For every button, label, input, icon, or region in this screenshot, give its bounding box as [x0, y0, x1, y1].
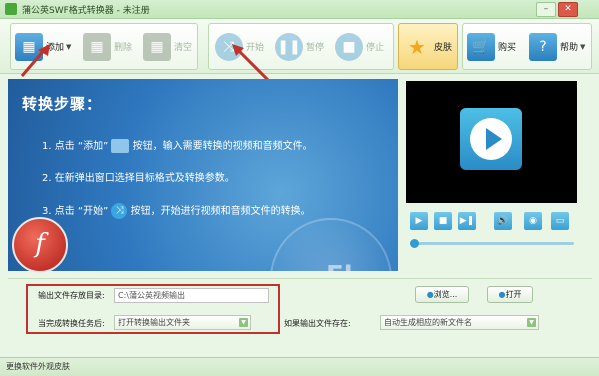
pause-label: 暂停 — [306, 43, 325, 53]
help-label: 帮助 — [560, 43, 579, 53]
title-bar: 蒲公英SWF格式转换器 - 未注册 – ✕ — [0, 0, 599, 19]
app-icon — [5, 3, 17, 15]
next-frame-icon[interactable]: ▶❚ — [458, 212, 476, 230]
status-text: 更换软件外观皮肤 — [6, 362, 70, 371]
chevron-down-icon: ▼ — [527, 318, 536, 327]
open-button[interactable]: ●打开 — [487, 286, 533, 303]
open-label: 打开 — [505, 290, 522, 299]
close-button[interactable]: ✕ — [558, 2, 578, 17]
step-1-text-b: 按钮，输入需要转换的视频和音频文件。 — [132, 141, 313, 152]
flash-watermark: Fl — [326, 261, 353, 271]
buy-button[interactable]: 🛒 购买 — [467, 24, 516, 69]
step-2: 2. 在新弹出窗口选择目标格式及转换参数。 — [42, 173, 235, 184]
annotation-arrow-add — [20, 44, 50, 77]
if-exists-value: 自动生成相应的新文件名 — [384, 318, 472, 327]
stop-label: 停止 — [366, 43, 385, 53]
after-done-select[interactable]: 打开转换输出文件夹 ▼ — [114, 315, 251, 330]
volume-icon[interactable]: 🔊 — [494, 212, 512, 230]
help-button[interactable]: ? 帮助 ▼ — [529, 24, 585, 69]
star-icon: ★ — [408, 34, 426, 59]
seek-slider[interactable] — [410, 239, 574, 248]
window-title: 蒲公英SWF格式转换器 - 未注册 — [22, 6, 150, 16]
stop-button[interactable]: ■ 停止 — [335, 24, 384, 69]
output-dir-field[interactable]: C:\蒲公英视频输出 — [114, 288, 269, 303]
output-dir-label: 输出文件存放目录: — [38, 291, 105, 300]
snapshot-icon[interactable]: ◉ — [524, 212, 542, 230]
minimize-button[interactable]: – — [536, 2, 556, 17]
if-exists-select[interactable]: 自动生成相应的新文件名 ▼ — [380, 315, 539, 330]
play-large-icon[interactable] — [460, 108, 522, 170]
chevron-down-icon: ▼ — [239, 318, 248, 327]
help-toolbar-group: 🛒 购买 ? 帮助 ▼ — [462, 23, 592, 70]
browse-button[interactable]: ●浏览... — [415, 286, 469, 303]
video-preview — [406, 81, 577, 203]
delete-button[interactable]: ▦ 删除 — [83, 24, 132, 69]
help-icon: ? — [529, 32, 557, 61]
cart-icon: 🛒 — [467, 32, 495, 61]
step-3-text-b: 按钮，开始进行视频和音频文件的转换。 — [130, 206, 311, 217]
stop-icon[interactable]: ■ — [434, 212, 452, 230]
shuffle-icon: ⤨ — [111, 203, 128, 219]
app-window: 蒲公英SWF格式转换器 - 未注册 – ✕ ▦ 添加 ▼ ▦ 删除 ▦ 清空 ⤨… — [0, 0, 599, 376]
play-icon[interactable]: ▶ — [410, 212, 428, 230]
clear-film-icon: ▦ — [143, 32, 171, 61]
folder-icon: ● — [426, 290, 434, 299]
after-done-label: 当完成转换任务后: — [38, 319, 105, 328]
skin-label: 皮肤 — [434, 43, 453, 53]
after-done-value: 打开转换输出文件夹 — [118, 318, 190, 327]
chevron-down-icon[interactable]: ▼ — [580, 43, 585, 51]
delete-label: 删除 — [114, 43, 133, 53]
stop-icon: ■ — [335, 32, 363, 61]
steps-heading: 转换步骤： — [22, 95, 103, 113]
clear-label: 清空 — [174, 43, 193, 53]
status-bar: 更换软件外观皮肤 — [0, 357, 599, 376]
step-1-text-a: 1. 点击 “添加” — [42, 141, 109, 152]
fullscreen-icon[interactable]: ▭ — [551, 212, 569, 230]
clear-button[interactable]: ▦ 清空 — [143, 24, 192, 69]
seek-knob[interactable] — [410, 239, 419, 248]
step-1: 1. 点击 “添加” 按钮，输入需要转换的视频和音频文件。 — [42, 137, 313, 153]
buy-label: 购买 — [498, 43, 517, 53]
add-film-icon — [111, 139, 130, 153]
skin-button[interactable]: ★ 皮肤 — [398, 23, 458, 70]
chevron-down-icon[interactable]: ▼ — [66, 43, 71, 51]
flash-logo: f — [12, 217, 68, 273]
if-exists-label: 如果输出文件存在: — [284, 319, 351, 328]
browse-label: 浏览... — [433, 290, 458, 299]
step-3-text-a: 3. 点击 “开始” — [42, 206, 109, 217]
step-3: 3. 点击 “开始” ⤨ 按钮，开始进行视频和音频文件的转换。 — [42, 202, 311, 219]
delete-film-icon: ▦ — [83, 32, 111, 61]
